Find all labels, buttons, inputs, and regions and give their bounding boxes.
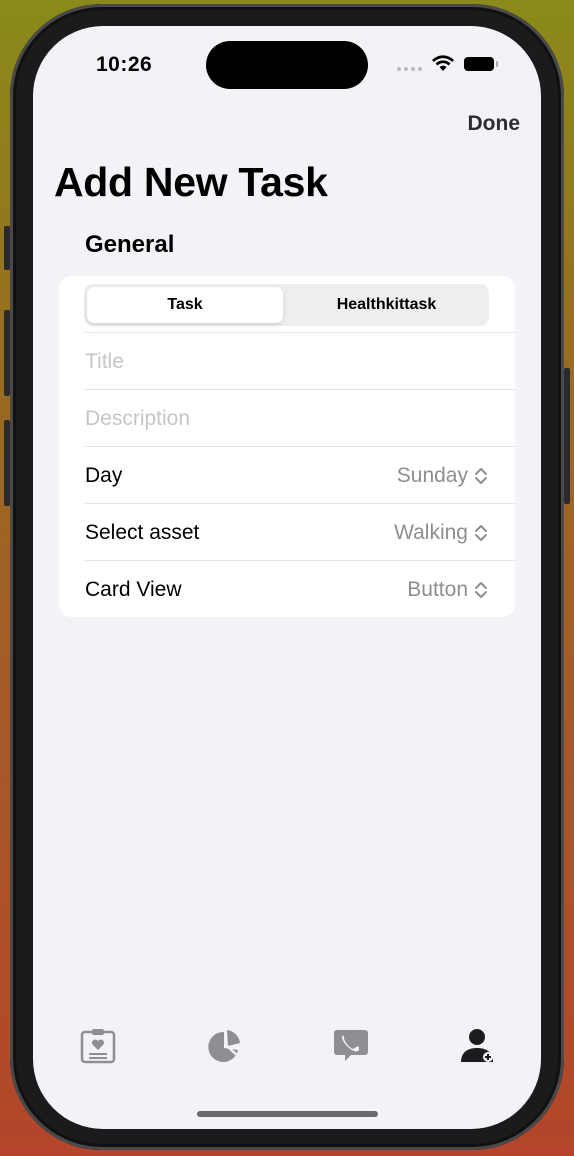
card-view-value-text: Button [407,577,468,601]
day-picker-row[interactable]: Day Sunday [85,446,515,504]
task-form-card: Task Healthkittask Title Description Day… [59,276,515,617]
section-header-general: General [85,231,175,258]
signal-icon [397,67,422,71]
description-field[interactable]: Description [85,389,515,447]
card-view-label: Card View [85,577,182,601]
volume-down-button [4,420,10,506]
segment-task[interactable]: Task [87,287,283,323]
home-indicator[interactable] [197,1111,378,1117]
status-time: 10:26 [96,53,153,76]
chevron-up-down-icon [475,524,487,541]
page-title: Add New Task [54,159,328,205]
select-asset-label: Select asset [85,520,200,544]
tab-care-plan[interactable] [78,1026,118,1066]
contact-phone-icon [334,1030,368,1061]
screen: 10:26 Done Add New Task General Task Hea… [33,26,541,1129]
card-view-picker-row[interactable]: Card View Button [85,560,515,617]
tab-insights[interactable] [205,1026,245,1066]
chevron-up-down-icon [475,467,487,484]
select-asset-value-text: Walking [394,520,468,544]
profile-add-icon [461,1029,493,1062]
dynamic-island [206,41,368,89]
tab-profile[interactable] [457,1026,497,1066]
select-asset-picker-row[interactable]: Select asset Walking [85,503,515,561]
done-button[interactable]: Done [468,112,521,136]
segment-healthkittask[interactable]: Healthkittask [287,287,486,323]
battery-icon [464,57,498,71]
day-value[interactable]: Sunday [397,464,488,488]
day-value-text: Sunday [396,463,468,487]
task-type-segmented-control: Task Healthkittask [84,284,489,326]
title-field[interactable]: Title [85,332,515,390]
select-asset-value[interactable]: Walking [394,521,488,545]
volume-up-button [4,310,10,396]
wifi-icon [432,55,454,71]
mute-switch [4,226,10,270]
tab-contacts[interactable] [331,1026,371,1066]
care-plan-icon [80,1029,116,1064]
card-view-value[interactable]: Button [407,578,488,602]
insights-pie-icon [208,1030,240,1062]
day-label: Day [85,463,123,487]
chevron-up-down-icon [475,581,487,598]
tab-bar [33,1026,541,1070]
description-placeholder: Description [85,406,191,430]
power-button [564,368,570,504]
title-placeholder: Title [85,349,124,373]
